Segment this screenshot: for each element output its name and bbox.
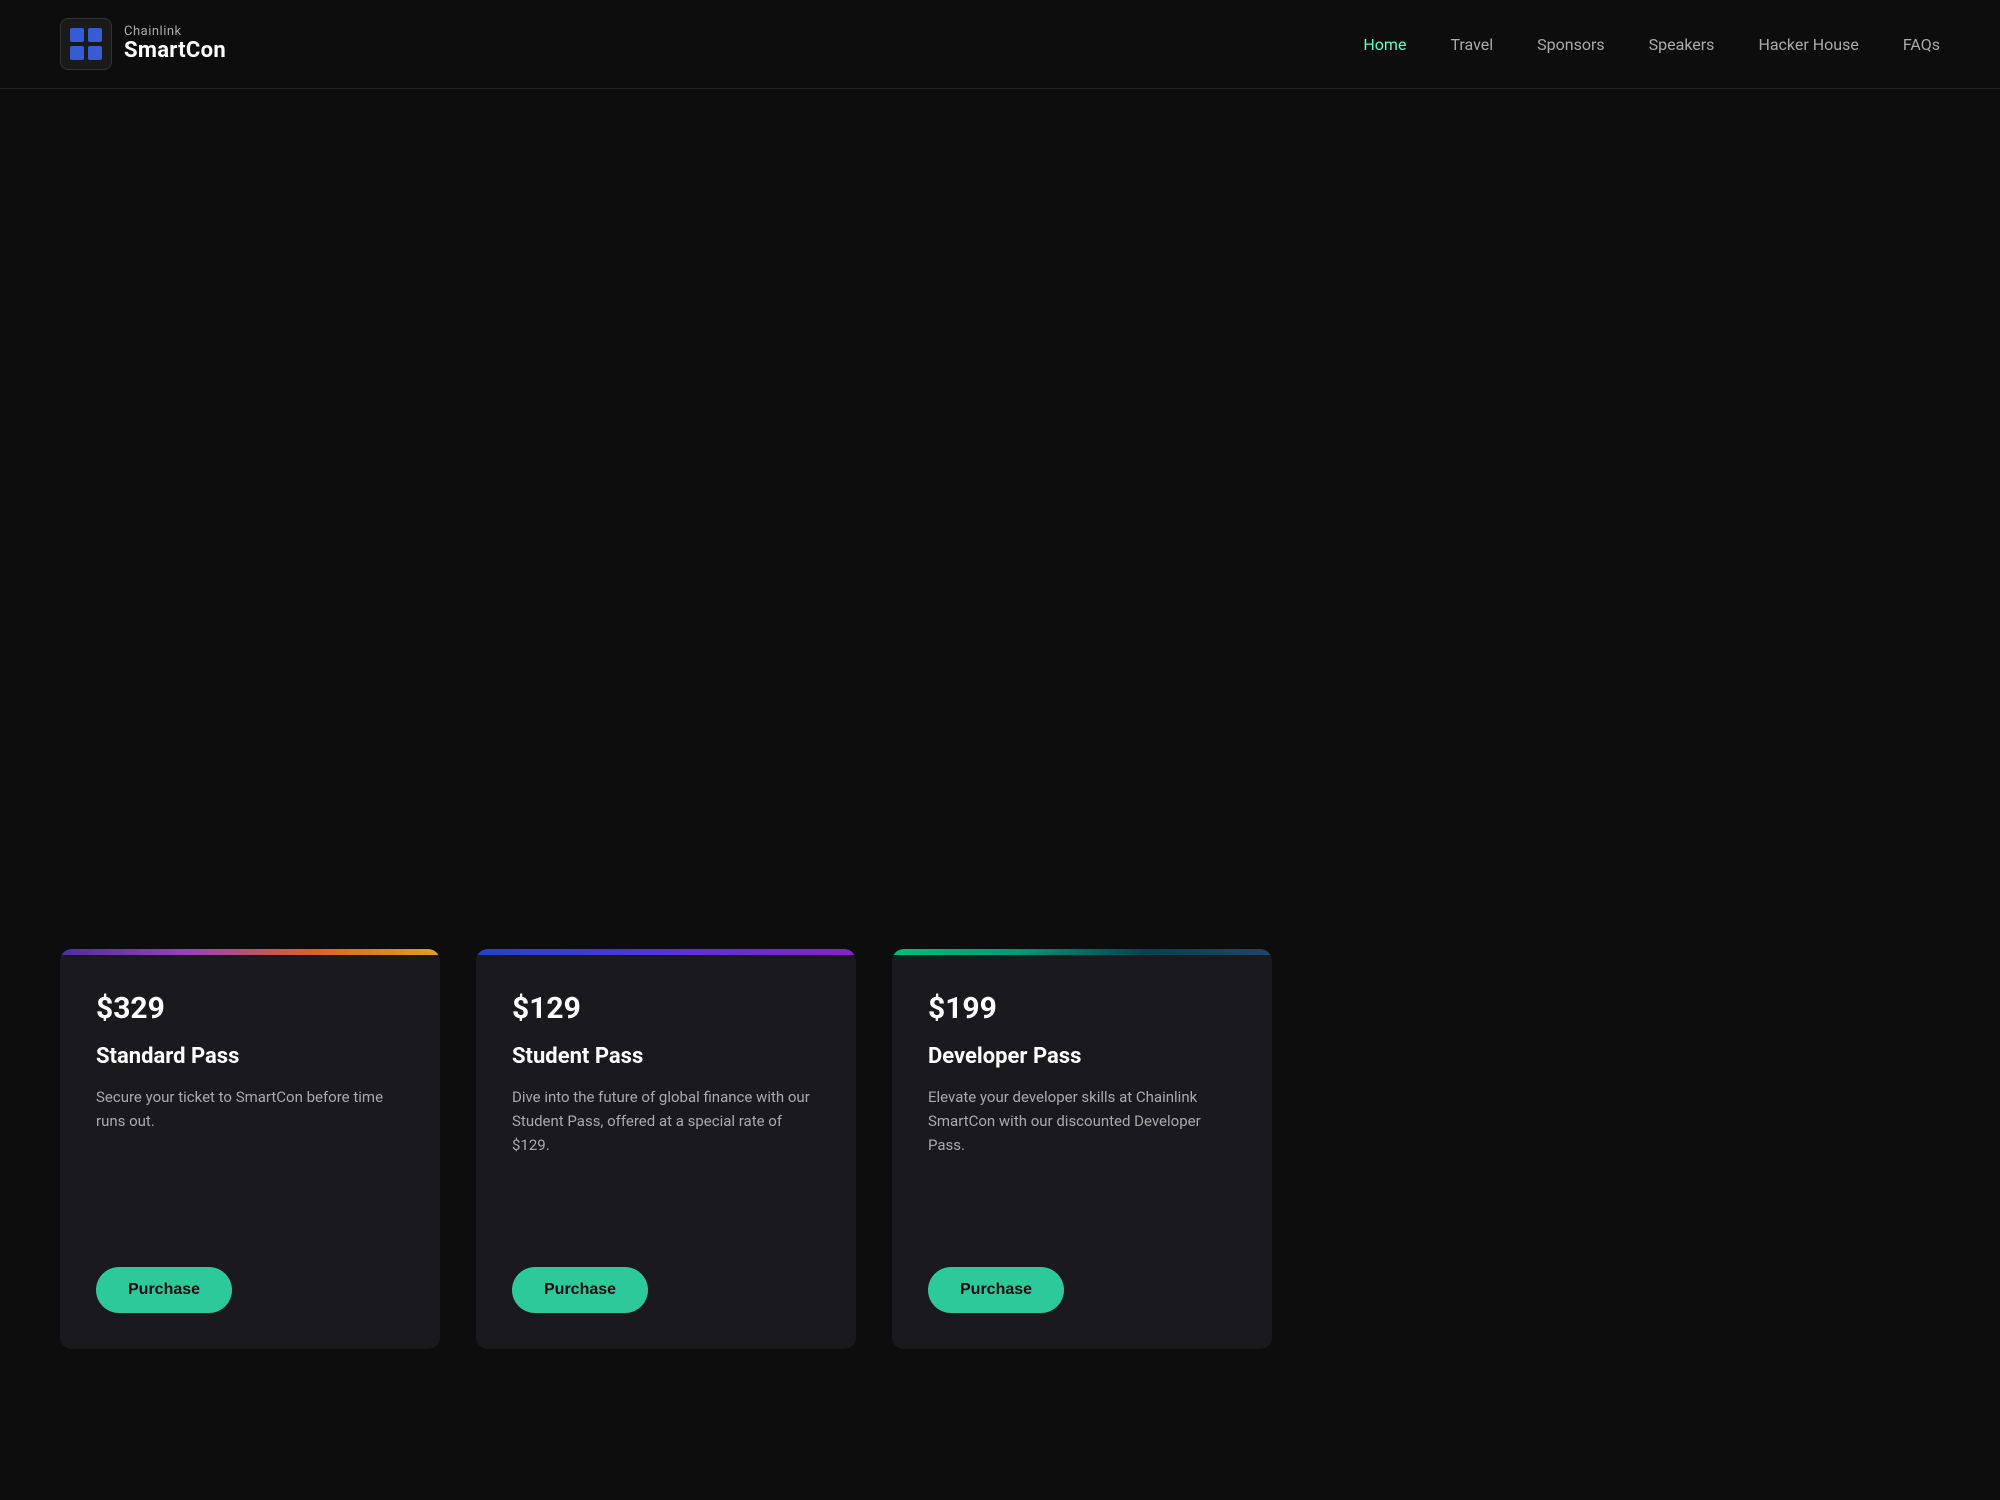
card-title-standard: Standard Pass xyxy=(96,1044,404,1069)
purchase-button-student[interactable]: Purchase xyxy=(512,1267,648,1313)
logo-brand: Chainlink xyxy=(124,25,226,39)
card-developer: $199 Developer Pass Elevate your develop… xyxy=(892,949,1272,1349)
card-content-standard: $329 Standard Pass Secure your ticket to… xyxy=(60,955,440,1267)
hero-section xyxy=(0,89,2000,949)
nav-link-home[interactable]: Home xyxy=(1363,35,1406,54)
card-student: $129 Student Pass Dive into the future o… xyxy=(476,949,856,1349)
nav-link-hacker-house[interactable]: Hacker House xyxy=(1758,35,1858,54)
nav-links: Home Travel Sponsors Speakers Hacker Hou… xyxy=(1363,35,1940,54)
card-price-developer: $199 xyxy=(928,991,1236,1026)
card-footer-standard: Purchase xyxy=(60,1267,440,1349)
card-footer-student: Purchase xyxy=(476,1267,856,1349)
card-description-student: Dive into the future of global finance w… xyxy=(512,1085,820,1231)
card-content-student: $129 Student Pass Dive into the future o… xyxy=(476,955,856,1267)
logo: Chainlink SmartCon xyxy=(60,18,226,70)
cards-section: $329 Standard Pass Secure your ticket to… xyxy=(0,949,2000,1429)
nav-link-travel[interactable]: Travel xyxy=(1450,35,1493,54)
card-footer-developer: Purchase xyxy=(892,1267,1272,1349)
card-title-student: Student Pass xyxy=(512,1044,820,1069)
nav-link-sponsors[interactable]: Sponsors xyxy=(1537,35,1605,54)
card-standard: $329 Standard Pass Secure your ticket to… xyxy=(60,949,440,1349)
card-title-developer: Developer Pass xyxy=(928,1044,1236,1069)
card-description-developer: Elevate your developer skills at Chainli… xyxy=(928,1085,1236,1231)
card-description-standard: Secure your ticket to SmartCon before ti… xyxy=(96,1085,404,1231)
purchase-button-standard[interactable]: Purchase xyxy=(96,1267,232,1313)
navbar: Chainlink SmartCon Home Travel Sponsors … xyxy=(0,0,2000,89)
card-content-developer: $199 Developer Pass Elevate your develop… xyxy=(892,955,1272,1267)
logo-product: SmartCon xyxy=(124,39,226,63)
logo-text: Chainlink SmartCon xyxy=(124,25,226,63)
logo-icon xyxy=(60,18,112,70)
nav-link-speakers[interactable]: Speakers xyxy=(1649,35,1715,54)
card-price-standard: $329 xyxy=(96,991,404,1026)
purchase-button-developer[interactable]: Purchase xyxy=(928,1267,1064,1313)
card-price-student: $129 xyxy=(512,991,820,1026)
nav-link-faqs[interactable]: FAQs xyxy=(1903,35,1940,54)
